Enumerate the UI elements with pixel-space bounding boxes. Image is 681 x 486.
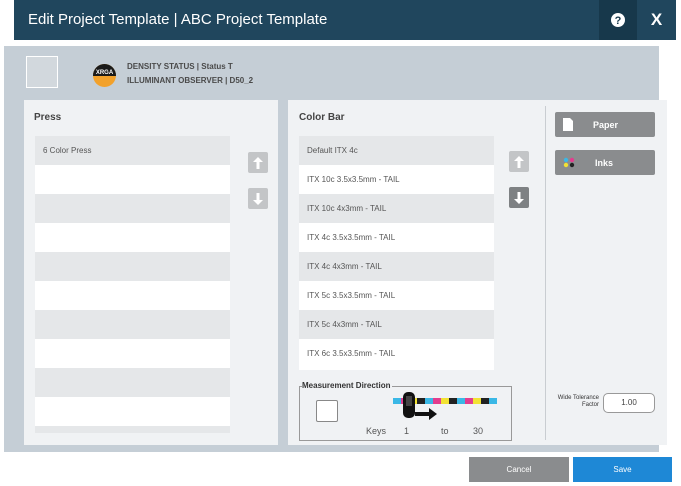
press-move-up-button[interactable] bbox=[248, 152, 268, 173]
press-list-item[interactable]: 6 Color Press bbox=[35, 136, 230, 165]
color-bar-list[interactable]: Default ITX 4c ITX 10c 3.5x3.5mm - TAIL IT… bbox=[299, 136, 494, 370]
arrow-down-icon bbox=[514, 191, 524, 204]
close-button[interactable]: X bbox=[637, 0, 676, 40]
press-list-item[interactable] bbox=[35, 368, 230, 397]
colorbar-list-item[interactable]: ITX 10c 3.5x3.5mm - TAIL bbox=[299, 165, 494, 194]
ink-drops-icon bbox=[563, 157, 575, 168]
colorbar-list-item[interactable]: ITX 4c 4x3mm - TAIL bbox=[299, 252, 494, 281]
colorbar-list-item[interactable]: ITX 5c 3.5x3.5mm - TAIL bbox=[299, 281, 494, 310]
press-move-down-button[interactable] bbox=[248, 188, 268, 209]
question-circle-icon: ? bbox=[611, 13, 625, 27]
colorbar-move-up-button[interactable] bbox=[509, 151, 529, 172]
colorbar-move-down-button[interactable] bbox=[509, 187, 529, 208]
cancel-button[interactable]: Cancel bbox=[469, 457, 569, 482]
xrite-logo: XRGA bbox=[93, 64, 116, 87]
dialog-title: Edit Project Template | ABC Project Temp… bbox=[28, 11, 328, 28]
measurement-direction-checkbox[interactable] bbox=[316, 400, 338, 422]
press-list-item[interactable] bbox=[35, 194, 230, 223]
colorbar-list-item[interactable]: ITX 10c 4x3mm - TAIL bbox=[299, 194, 494, 223]
paper-button[interactable]: Paper bbox=[555, 112, 655, 137]
keys-label: Keys bbox=[366, 426, 387, 436]
colorbar-list-item[interactable]: ITX 4c 3.5x3.5mm - TAIL bbox=[299, 223, 494, 252]
keys-to-value: 30 bbox=[473, 426, 484, 436]
press-list[interactable]: 6 Color Press bbox=[35, 136, 230, 433]
keys-to-label: to bbox=[441, 426, 449, 436]
color-bar-label: Color Bar bbox=[299, 112, 345, 123]
panel-divider bbox=[545, 106, 546, 440]
press-label: Press bbox=[34, 112, 62, 123]
press-list-item[interactable] bbox=[35, 339, 230, 368]
density-status: DENSITY STATUS | Status T bbox=[127, 62, 233, 71]
press-list-item[interactable] bbox=[35, 223, 230, 252]
arrow-down-icon bbox=[253, 192, 263, 205]
colorbar-list-item[interactable]: Default ITX 4c bbox=[299, 136, 494, 165]
page-icon bbox=[563, 118, 573, 131]
keys-from-value: 1 bbox=[404, 426, 410, 436]
colorbar-list-item[interactable]: ITX 6c 3.5x3.5mm - TAIL bbox=[299, 339, 494, 368]
press-list-item[interactable] bbox=[35, 310, 230, 339]
press-list-item[interactable] bbox=[35, 397, 230, 426]
press-list-item[interactable] bbox=[35, 281, 230, 310]
colorbar-list-item[interactable]: ITX 5c 4x3mm - TAIL bbox=[299, 310, 494, 339]
help-button[interactable]: ? bbox=[599, 0, 637, 40]
press-list-item[interactable] bbox=[35, 426, 230, 433]
arrow-up-icon bbox=[253, 156, 263, 169]
measurement-direction-label: Measurement Direction bbox=[302, 381, 393, 390]
press-list-item[interactable] bbox=[35, 252, 230, 281]
color-bar-direction-icon bbox=[393, 392, 497, 420]
wide-tolerance-input[interactable]: 1.00 bbox=[603, 393, 655, 413]
inks-button[interactable]: Inks bbox=[555, 150, 655, 175]
illuminant-observer: ILLUMINANT OBSERVER | D50_2 bbox=[127, 76, 254, 85]
title-bar: Edit Project Template | ABC Project Temp… bbox=[14, 0, 676, 40]
wide-tolerance-label: Wide Tolerance Factor bbox=[557, 395, 599, 408]
svg-text:?: ? bbox=[615, 15, 622, 27]
press-list-item[interactable] bbox=[35, 165, 230, 194]
save-button[interactable]: Save bbox=[573, 457, 672, 482]
color-swatch bbox=[26, 56, 58, 88]
arrow-up-icon bbox=[514, 155, 524, 168]
